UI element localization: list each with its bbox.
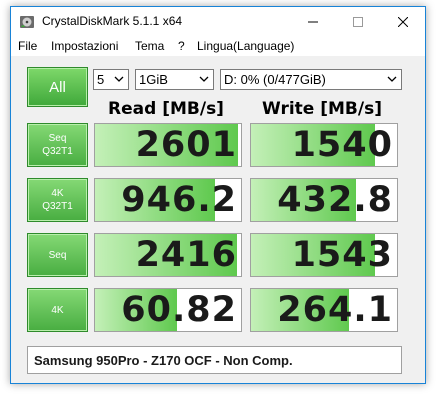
write-column-header: Write [MB/s] bbox=[262, 99, 382, 119]
menu-language[interactable]: Lingua(Language) bbox=[197, 39, 294, 53]
chevron-down-icon bbox=[114, 76, 124, 82]
read-column-header: Read [MB/s] bbox=[108, 99, 224, 119]
write-value: 264.1 bbox=[277, 290, 393, 330]
seq-q32t1-read-result: 2601 bbox=[94, 123, 242, 167]
read-value: 2416 bbox=[135, 235, 237, 275]
4k-q32t1-read-result: 946.2 bbox=[94, 178, 242, 222]
test-label-line1: Seq bbox=[48, 133, 67, 144]
seq-q32t1-write-result: 1540 bbox=[250, 123, 398, 167]
menu-theme[interactable]: Tema bbox=[135, 39, 164, 53]
drive-value: D: 0% (0/477GiB) bbox=[224, 72, 326, 87]
close-button[interactable] bbox=[380, 7, 425, 36]
4k-q32t1-write-result: 432.8 bbox=[250, 178, 398, 222]
chevron-down-icon bbox=[387, 76, 397, 82]
seq-write-result: 1543 bbox=[250, 233, 398, 277]
minimize-icon bbox=[307, 21, 318, 22]
test-count-select[interactable]: 5 bbox=[93, 69, 129, 90]
test-label-line2: Q32T1 bbox=[42, 201, 73, 212]
4k-button[interactable]: 4K bbox=[27, 288, 88, 332]
test-count-value: 5 bbox=[97, 72, 105, 87]
read-value: 2601 bbox=[135, 125, 237, 165]
close-icon bbox=[397, 16, 408, 27]
seq-button[interactable]: Seq bbox=[27, 233, 88, 277]
menu-help[interactable]: ? bbox=[178, 39, 185, 53]
read-value: 946.2 bbox=[121, 180, 237, 220]
write-value: 432.8 bbox=[277, 180, 393, 220]
drive-select[interactable]: D: 0% (0/477GiB) bbox=[220, 69, 402, 90]
4k-q32t1-button[interactable]: 4K Q32T1 bbox=[27, 178, 88, 222]
menu-settings[interactable]: Impostazioni bbox=[51, 39, 118, 53]
4k-write-result: 264.1 bbox=[250, 288, 398, 332]
title-bar[interactable]: CrystalDiskMark 5.1.1 x64 bbox=[11, 7, 425, 36]
app-window: CrystalDiskMark 5.1.1 x64 File Impostazi… bbox=[10, 6, 426, 384]
test-size-value: 1GiB bbox=[139, 72, 168, 87]
seq-read-result: 2416 bbox=[94, 233, 242, 277]
test-label-line1: 4K bbox=[51, 304, 64, 316]
test-label-line1: Seq bbox=[48, 249, 67, 261]
run-all-button[interactable]: All bbox=[27, 67, 88, 107]
minimize-button[interactable] bbox=[290, 7, 335, 36]
maximize-icon bbox=[352, 16, 363, 27]
read-value: 60.82 bbox=[121, 290, 237, 330]
maximize-button[interactable] bbox=[335, 7, 380, 36]
test-label-line2: Q32T1 bbox=[42, 146, 73, 157]
menu-bar: File Impostazioni Tema ? Lingua(Language… bbox=[11, 36, 425, 56]
write-value: 1543 bbox=[291, 235, 393, 275]
benchmark-panel: All 5 1GiB D: 0% (0/477GiB) Read [MB/s] … bbox=[11, 56, 425, 383]
window-title: CrystalDiskMark 5.1.1 x64 bbox=[42, 14, 183, 28]
test-label-line1: 4K bbox=[51, 188, 64, 199]
comment-field[interactable]: Samsung 950Pro - Z170 OCF - Non Comp. bbox=[27, 346, 402, 374]
crystaldiskmark-disk-icon bbox=[20, 16, 34, 28]
write-value: 1540 bbox=[291, 125, 393, 165]
4k-read-result: 60.82 bbox=[94, 288, 242, 332]
seq-q32t1-button[interactable]: Seq Q32T1 bbox=[27, 123, 88, 167]
test-size-select[interactable]: 1GiB bbox=[135, 69, 214, 90]
chevron-down-icon bbox=[199, 76, 209, 82]
menu-file[interactable]: File bbox=[18, 39, 37, 53]
